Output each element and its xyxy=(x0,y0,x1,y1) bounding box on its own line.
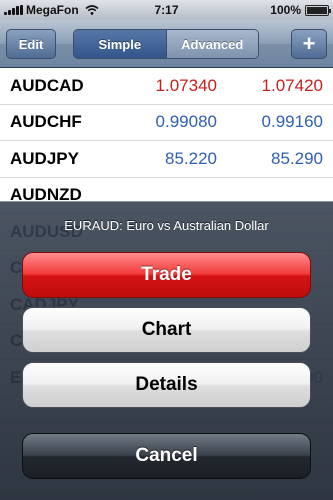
details-button[interactable]: Details xyxy=(22,362,311,408)
quote-symbol: AUDCAD xyxy=(10,75,84,95)
quote-row[interactable]: AUDJPY 85.220 85.290 xyxy=(0,141,333,178)
quote-symbol: AUDCHF xyxy=(10,112,82,132)
quote-bid: 1.07340 xyxy=(155,75,217,95)
quote-symbol: AUDJPY xyxy=(10,148,79,168)
quote-bid: 85.220 xyxy=(165,148,217,168)
add-symbol-button[interactable]: + xyxy=(291,29,327,59)
segment-simple[interactable]: Simple xyxy=(74,30,166,58)
quote-ask: 1.07420 xyxy=(261,75,323,95)
status-bar: MegaFon 7:17 100% xyxy=(0,0,333,20)
signal-strength-icon xyxy=(4,5,23,15)
quote-ask: 85.290 xyxy=(271,148,323,168)
quote-bid: 0.99080 xyxy=(155,112,217,132)
quote-row[interactable]: AUDCHF 0.99080 0.99160 xyxy=(0,105,333,141)
wifi-icon xyxy=(85,5,99,15)
view-mode-segmented-control: Simple Advanced xyxy=(73,29,259,59)
cancel-button[interactable]: Cancel xyxy=(22,433,311,479)
edit-button[interactable]: Edit xyxy=(6,29,56,59)
carrier-name: MegaFon xyxy=(26,3,79,17)
quote-ask: 0.99160 xyxy=(261,112,323,132)
action-sheet: EURAUD: Euro vs Australian Dollar Trade … xyxy=(0,201,333,500)
segment-advanced[interactable]: Advanced xyxy=(165,30,258,58)
status-left: MegaFon xyxy=(4,3,99,17)
action-sheet-title: EURAUD: Euro vs Australian Dollar xyxy=(64,218,269,233)
trade-button[interactable]: Trade xyxy=(22,252,311,298)
chart-button[interactable]: Chart xyxy=(22,307,311,353)
navigation-bar: Edit Simple Advanced + xyxy=(0,20,333,68)
battery-level xyxy=(307,6,327,14)
status-right: 100% xyxy=(270,3,331,17)
quote-row[interactable]: AUDCAD 1.07340 1.07420 xyxy=(0,68,333,105)
battery-icon xyxy=(305,4,331,16)
battery-percent: 100% xyxy=(270,3,301,17)
